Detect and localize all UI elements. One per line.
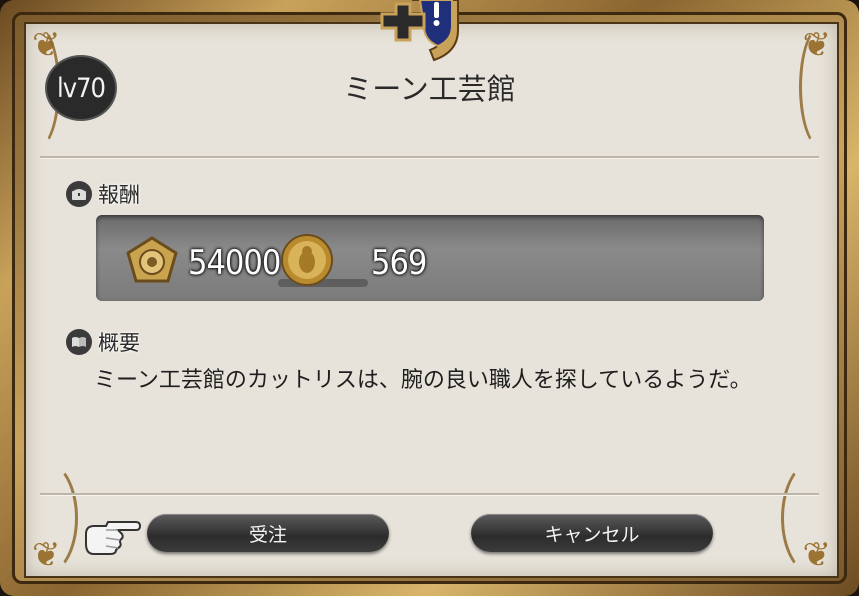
pointing-hand-cursor-icon	[85, 521, 142, 555]
book-icon	[66, 329, 92, 355]
gil-reward-value: 54000	[188, 243, 281, 283]
accept-button[interactable]: 受注	[147, 514, 389, 552]
reward-heading-label: 報酬	[98, 183, 140, 207]
gil-medal-icon	[126, 236, 178, 283]
summary-heading-label: 概要	[98, 331, 140, 355]
quest-description: ミーン工芸館のカットリスは、腕の良い職人を探しているようだ。	[94, 368, 752, 393]
cancel-button[interactable]: キャンセル	[471, 514, 713, 552]
page-title: ミーン工芸館	[343, 72, 516, 106]
reward-heading: 報酬	[66, 179, 140, 209]
chest-icon	[66, 181, 92, 207]
gold-coin-icon	[281, 234, 333, 286]
vine-ornament	[781, 460, 847, 576]
summary-heading: 概要	[66, 327, 140, 357]
header-divider	[40, 156, 819, 159]
footer-divider	[40, 493, 819, 496]
coin-reward-value: 569	[371, 243, 427, 283]
quest-emblem-icon	[380, 0, 459, 62]
reward-box: 54000 569	[96, 215, 764, 301]
vine-ornament	[12, 460, 78, 576]
